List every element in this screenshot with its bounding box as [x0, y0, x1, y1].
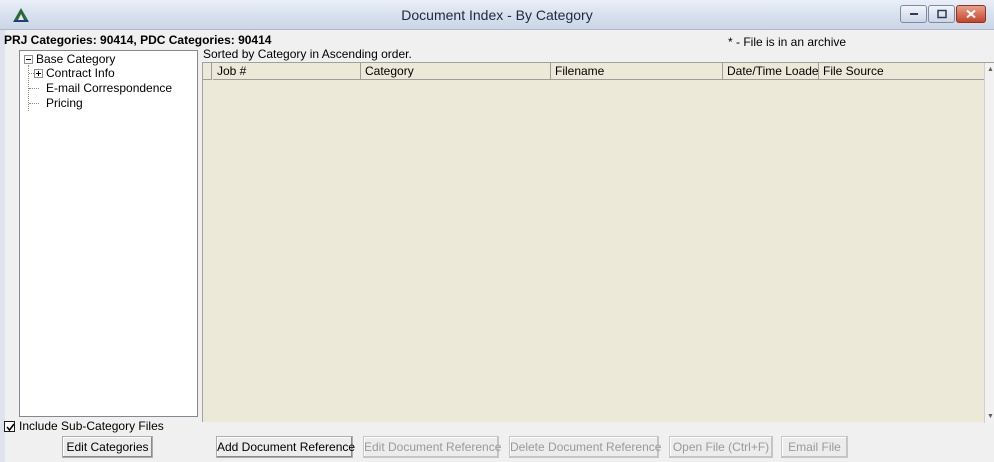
add-document-reference-button[interactable]: Add Document Reference [216, 436, 355, 458]
categories-label: PRJ Categories: 90414, PDC Categories: 9… [4, 33, 272, 47]
email-file-button[interactable]: Email File [781, 436, 848, 458]
window-controls [899, 5, 986, 23]
tree-item-email-correspondence[interactable]: E-mail Correspondence [46, 81, 172, 95]
tree-connector [29, 88, 39, 89]
window-left-border [0, 30, 5, 462]
edit-categories-button[interactable]: Edit Categories [62, 436, 153, 458]
delete-document-reference-button[interactable]: Delete Document Reference [509, 436, 661, 458]
edit-document-reference-button[interactable]: Edit Document Reference [363, 436, 501, 458]
column-header-category[interactable]: Category [361, 63, 551, 80]
scroll-down-icon[interactable]: ▼ [987, 413, 994, 420]
column-header-date-loaded[interactable]: Date/Time Loaded [723, 63, 819, 80]
maximize-button[interactable] [928, 5, 955, 23]
include-subcategory-option[interactable]: Include Sub-Category Files [4, 419, 164, 433]
include-subcategory-checkbox[interactable] [4, 420, 15, 432]
minus-box-icon[interactable] [24, 55, 33, 64]
title-bar[interactable]: Document Index - By Category [0, 0, 994, 30]
window-title: Document Index - By Category [401, 7, 593, 23]
document-grid[interactable]: Job # Category Filename Date/Time Loaded… [202, 62, 994, 423]
column-header-file-source[interactable]: File Source [819, 63, 985, 80]
column-header-job[interactable]: Job # [213, 63, 361, 80]
tree-item-contract-info[interactable]: Contract Info [46, 66, 115, 80]
plus-box-icon[interactable] [34, 69, 43, 78]
close-button[interactable] [956, 5, 986, 23]
tree-connector [29, 103, 39, 104]
include-subcategory-label: Include Sub-Category Files [19, 419, 164, 433]
tree-item-pricing[interactable]: Pricing [46, 96, 83, 110]
column-header-filename[interactable]: Filename [551, 63, 723, 80]
minimize-button[interactable] [900, 5, 927, 23]
scroll-up-icon[interactable]: ▲ [987, 66, 994, 73]
grid-corner-cell [203, 63, 212, 80]
grid-header-row: Job # Category Filename Date/Time Loaded… [203, 63, 994, 80]
sort-status: Sorted by Category in Ascending order. [203, 47, 412, 61]
tree-item-base-category[interactable]: Base Category [36, 52, 115, 66]
open-file-button[interactable]: Open File (Ctrl+F) [669, 436, 773, 458]
category-tree[interactable]: Base Category Contract Info E-mail Corre… [19, 50, 198, 417]
tree-connector [29, 73, 34, 74]
archive-note: * - File is in an archive [728, 35, 847, 49]
grid-vertical-scrollbar[interactable]: ▲ ▼ [984, 63, 994, 423]
